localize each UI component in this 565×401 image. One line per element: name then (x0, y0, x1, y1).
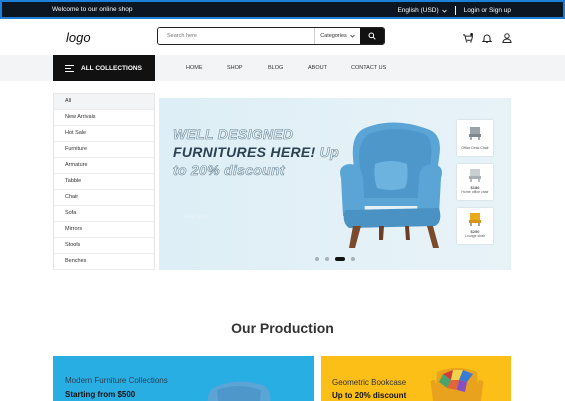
chair-image (469, 169, 481, 182)
nav-home[interactable]: HOME (186, 65, 203, 71)
category-item-chair[interactable]: Chair (54, 190, 154, 206)
nav-about[interactable]: ABOUT (308, 65, 327, 71)
thumbnail-card[interactable]: $180 Home office chair (457, 164, 493, 200)
hero-line-2-bold: FURNITURES HERE! (173, 144, 316, 160)
hero-banner: WELL DESIGNED FURNITURES HERE! Up to 20%… (159, 98, 511, 270)
thumbnail-card[interactable]: Office Desk Chair (457, 120, 493, 156)
promo-heading: Geometric Bookcase (332, 378, 407, 387)
promo-heading: Modern Furniture Collections (65, 376, 168, 385)
thumbnail-label: Home office chair (461, 190, 489, 194)
hero-headline: WELL DESIGNED FURNITURES HERE! Up to 20%… (173, 125, 339, 179)
welcome-text: Welcome to our online shop (52, 6, 133, 13)
all-collections-label: ALL COLLECTIONS (81, 64, 142, 72)
promo-subheading: Up to 20% discount (332, 391, 407, 400)
category-item-table[interactable]: Tabble (54, 174, 154, 190)
divider (454, 6, 456, 15)
hero-line-3: to 20% discount (173, 162, 285, 179)
chevron-down-icon (350, 34, 355, 38)
slider-dot[interactable] (315, 257, 319, 261)
armchair-image (340, 122, 442, 248)
login-link[interactable]: Login or Sign up (464, 7, 511, 14)
category-label: Categories (320, 33, 347, 39)
search-bar: Categories (157, 27, 385, 45)
category-item-new-arrivals[interactable]: New Arrivals (54, 110, 154, 126)
chair-image (469, 213, 481, 226)
all-collections-button[interactable]: ALL COLLECTIONS (53, 55, 155, 81)
category-item-furniture[interactable]: Furniture (54, 142, 154, 158)
category-item-sofa[interactable]: Sofa (54, 206, 154, 222)
cart-icon[interactable] (462, 30, 474, 43)
nav-bar: ALL COLLECTIONS HOME SHOP BLOG ABOUT CON… (0, 55, 565, 81)
thumbnail-label: Office Desk Chair (461, 146, 489, 150)
slider-dot[interactable] (351, 257, 355, 261)
header: logo Categories (0, 19, 565, 55)
promo-card-bookcase[interactable]: Geometric Bookcase Up to 20% discount (321, 356, 511, 401)
language-label: English (USD) (397, 7, 439, 14)
bell-icon[interactable] (481, 30, 493, 43)
category-sidebar: All New Arrivals Hot Sale Furniture Arma… (53, 93, 155, 270)
product-thumbnails: Office Desk Chair $180 Home office chair… (457, 120, 493, 244)
promo-card-furniture[interactable]: Modern Furniture Collections Starting fr… (53, 356, 314, 401)
thumbnail-label: Lounge chair (464, 234, 486, 238)
category-item-stools[interactable]: Stools (54, 238, 154, 254)
category-item-benches[interactable]: Benches (54, 254, 154, 270)
nav-contact[interactable]: CONTACT US (351, 65, 386, 71)
chevron-down-icon (441, 9, 447, 13)
language-selector[interactable]: English (USD) (397, 7, 447, 14)
category-item-hot-sale[interactable]: Hot Sale (54, 126, 154, 142)
section-title: Our Production (231, 320, 334, 336)
slider-dot-active[interactable] (335, 257, 345, 261)
logo[interactable]: logo (66, 30, 91, 45)
promo-subheading: Starting from $500 (65, 390, 136, 399)
nav-blog[interactable]: BLOG (268, 65, 283, 71)
category-item-armature[interactable]: Armature (54, 158, 154, 174)
category-item-mirrors[interactable]: Mirrors (54, 222, 154, 238)
search-icon (368, 32, 376, 40)
patterned-chair-image (430, 368, 484, 401)
category-item-all[interactable]: All (54, 94, 154, 110)
hamburger-icon (65, 64, 74, 72)
chair-image (469, 127, 481, 140)
thumbnail-card[interactable]: $250 Lounge chair (457, 208, 493, 244)
search-button[interactable] (360, 28, 384, 44)
hero-line-1: WELL DESIGNED (173, 126, 294, 143)
user-icon[interactable] (502, 30, 512, 43)
slider-dot[interactable] (325, 257, 329, 261)
search-input[interactable] (158, 28, 314, 44)
shop-now-button[interactable]: Shop Now (183, 214, 206, 220)
top-bar: Welcome to our online shop English (USD)… (0, 0, 565, 19)
slider-dots (315, 257, 355, 261)
category-dropdown[interactable]: Categories (314, 28, 360, 44)
armchair-image (207, 381, 271, 401)
nav-shop[interactable]: SHOP (227, 65, 243, 71)
